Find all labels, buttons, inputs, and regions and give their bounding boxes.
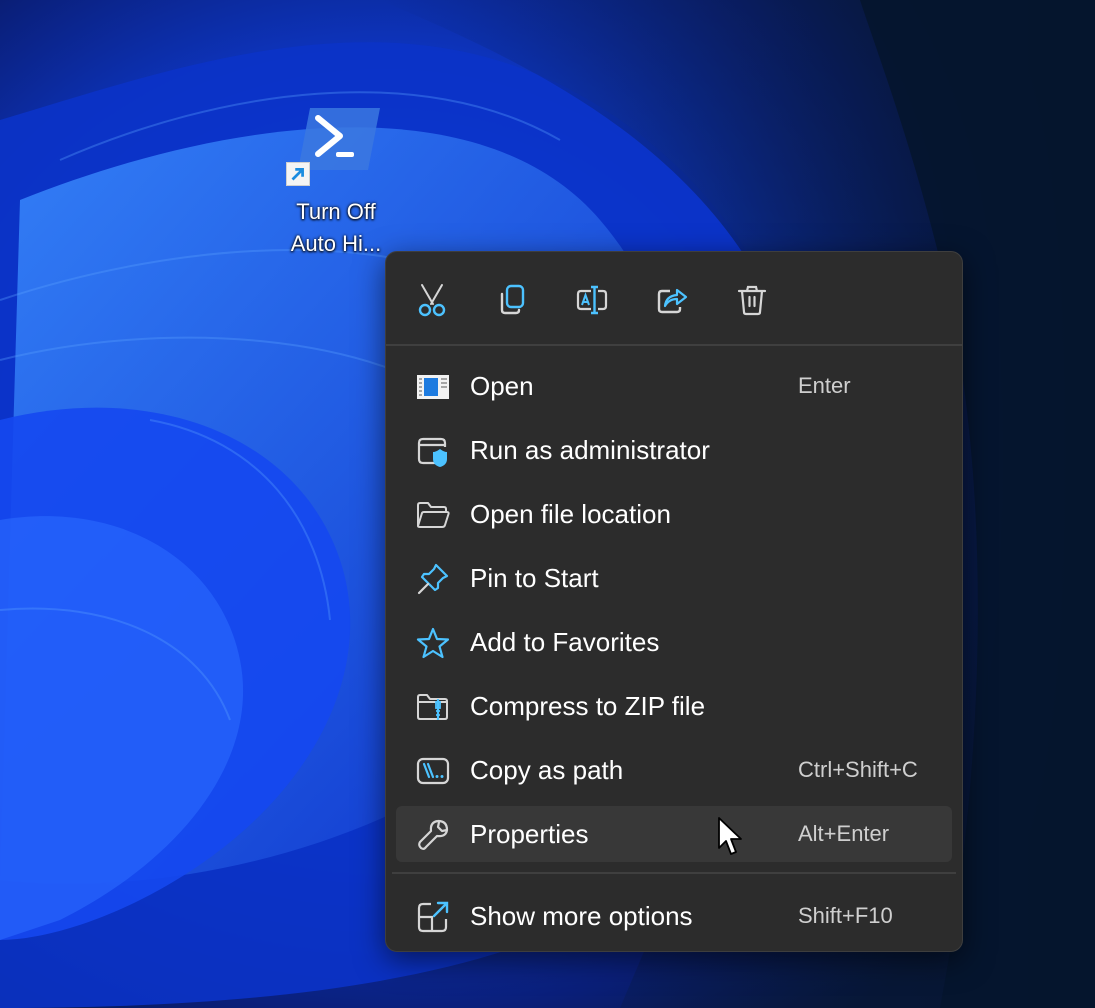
shield-window-icon	[416, 434, 450, 468]
menu-item-label: Pin to Start	[470, 562, 599, 593]
path-icon	[416, 754, 450, 788]
menu-item-run-as-administrator[interactable]: Run as administrator	[396, 422, 952, 478]
menu-item-label: Open	[470, 370, 534, 401]
cut-button[interactable]	[406, 274, 458, 326]
menu-item-label: Open file location	[470, 498, 671, 529]
trash-icon	[737, 285, 767, 316]
copy-button[interactable]	[486, 274, 538, 326]
rename-icon	[576, 285, 608, 315]
rename-button[interactable]	[566, 274, 618, 326]
share-button[interactable]	[646, 274, 698, 326]
share-icon	[657, 288, 688, 314]
folder-icon	[416, 498, 450, 532]
menu-item-shortcut: Shift+F10	[798, 903, 893, 928]
menu-item-open-file-location[interactable]: Open file location	[396, 486, 952, 542]
menu-item-label: Run as administrator	[470, 434, 710, 465]
menu-item-properties[interactable]: Properties Alt+Enter	[396, 806, 952, 862]
expand-icon	[416, 900, 450, 934]
menu-item-pin-to-start[interactable]: Pin to Start	[396, 550, 952, 606]
menu-item-label: Compress to ZIP file	[470, 690, 706, 721]
wrench-icon	[416, 818, 450, 852]
pin-icon	[416, 562, 450, 596]
desktop-icon-label: Turn Off Auto Hi...	[276, 196, 396, 260]
label-line-1: Turn Off	[296, 199, 376, 224]
delete-button[interactable]	[726, 274, 778, 326]
open-window-icon	[416, 370, 450, 404]
menu-item-shortcut: Enter	[798, 373, 851, 398]
menu-item-shortcut: Alt+Enter	[798, 821, 890, 846]
scissors-icon	[418, 284, 446, 317]
menu-item-copy-as-path[interactable]: Copy as path Ctrl+Shift+C	[396, 742, 952, 798]
menu-item-label: Show more options	[470, 900, 693, 931]
menu-item-label: Properties	[470, 818, 589, 849]
context-menu-toolbar	[386, 252, 962, 346]
menu-item-shortcut: Ctrl+Shift+C	[798, 757, 918, 782]
shortcut-arrow-icon	[286, 162, 310, 186]
menu-item-open[interactable]: Open Enter	[396, 358, 952, 414]
zip-folder-icon	[416, 690, 450, 724]
menu-item-add-to-favorites[interactable]: Add to Favorites	[396, 614, 952, 670]
menu-item-label: Add to Favorites	[470, 626, 660, 657]
label-line-2: Auto Hi...	[290, 231, 382, 256]
mouse-cursor-icon	[717, 816, 745, 858]
context-menu: Open Enter Run as administrator Open fil…	[385, 251, 963, 952]
star-icon	[416, 626, 450, 660]
copy-icon	[500, 284, 525, 315]
menu-item-compress-to-zip[interactable]: Compress to ZIP file	[396, 678, 952, 734]
menu-item-show-more-options[interactable]: Show more options Shift+F10	[396, 888, 952, 944]
toolbar-separator	[386, 344, 962, 346]
menu-separator	[392, 872, 956, 874]
menu-item-label: Copy as path	[470, 754, 624, 785]
